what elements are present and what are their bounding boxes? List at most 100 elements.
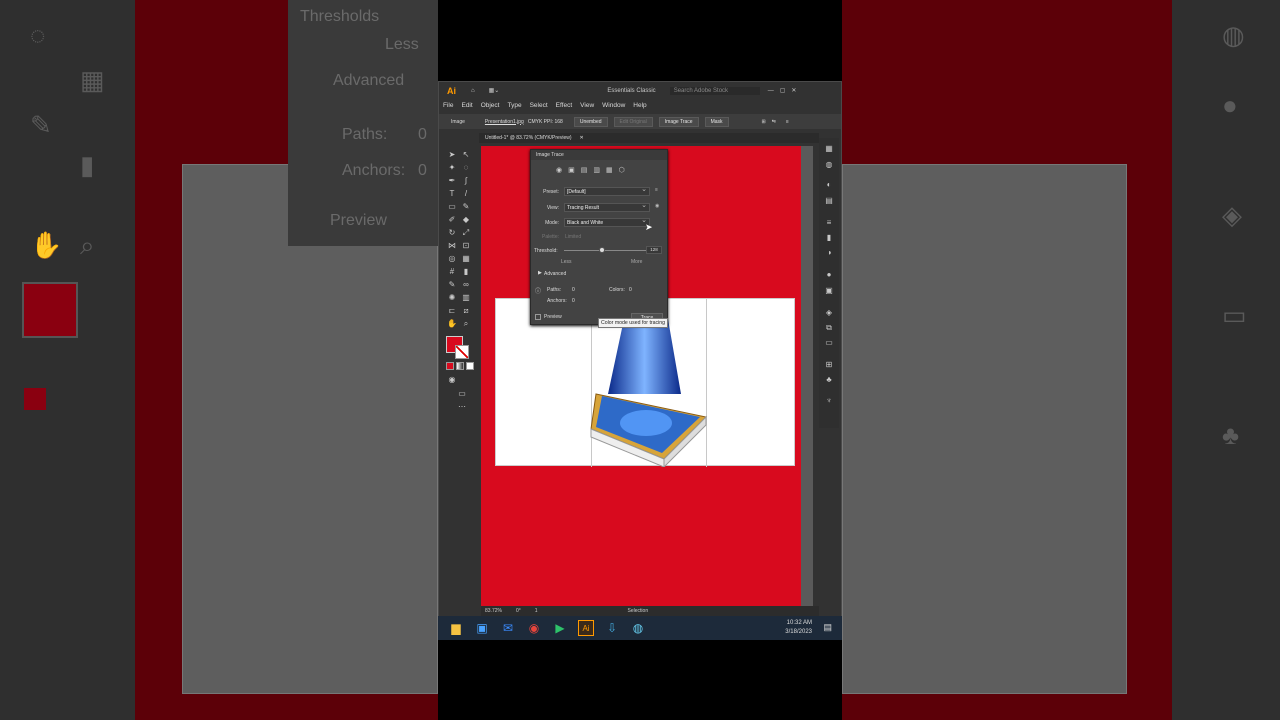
- asset-export-icon[interactable]: ▭: [824, 338, 834, 347]
- preview-checkbox[interactable]: [535, 314, 541, 320]
- align-icon[interactable]: ⊞: [762, 119, 766, 125]
- advanced-toggle[interactable]: ▶ Advanced: [531, 269, 669, 279]
- graph-tool-icon[interactable]: ▥: [461, 293, 471, 302]
- preset-select[interactable]: [Default]: [564, 186, 650, 196]
- color-mode-button[interactable]: [446, 362, 454, 370]
- file-explorer-icon[interactable]: ▆: [448, 620, 464, 636]
- threshold-input[interactable]: 128: [646, 246, 662, 254]
- stock-search-input[interactable]: Search Adobe Stock: [669, 86, 760, 95]
- type-tool-icon[interactable]: T: [447, 189, 457, 198]
- document-tab[interactable]: Untitled-1* @ 83.72% (CMYK/Preview) ✕: [479, 133, 819, 143]
- workspace-switcher[interactable]: Essentials Classic: [607, 88, 655, 94]
- threshold-slider-track[interactable]: [564, 250, 650, 251]
- selection-tool-icon[interactable]: ➤: [447, 150, 457, 159]
- transparency-icon[interactable]: ◑: [824, 248, 834, 257]
- pen-tool-icon[interactable]: ✒: [447, 176, 457, 185]
- color-guide-icon[interactable]: ◐: [824, 180, 834, 189]
- paintbrush-tool-icon[interactable]: ✎: [461, 202, 471, 211]
- app-icon[interactable]: ▶: [552, 620, 568, 636]
- screen-mode-icon[interactable]: ▭: [457, 389, 467, 398]
- chrome-icon[interactable]: ◉: [526, 620, 542, 636]
- magic-wand-icon[interactable]: ✦: [447, 163, 457, 172]
- menu-object[interactable]: Object: [481, 102, 500, 109]
- layers-icon[interactable]: ◈: [824, 308, 834, 317]
- more-tools-icon[interactable]: ⋯: [457, 402, 467, 411]
- gradient-mode-button[interactable]: [456, 362, 464, 370]
- symbol-sprayer-icon[interactable]: ✺: [447, 293, 457, 302]
- arrange-documents-icon[interactable]: ▦⌄: [489, 87, 500, 94]
- properties-icon[interactable]: ▦: [824, 144, 834, 153]
- palette-select[interactable]: Limited: [565, 234, 581, 240]
- puppet-warp-icon[interactable]: ♆: [824, 396, 834, 405]
- rectangle-tool-icon[interactable]: ▭: [447, 202, 457, 211]
- artboard-tool-icon[interactable]: ⊏: [447, 306, 457, 315]
- notifications-icon[interactable]: ▤: [823, 622, 832, 633]
- swatches-icon[interactable]: ▤: [824, 196, 834, 205]
- artboard-navigator[interactable]: 1: [535, 608, 538, 614]
- mask-button[interactable]: Mask: [704, 116, 729, 127]
- zoom-tool-icon[interactable]: ⌕: [461, 319, 471, 328]
- linked-file-link[interactable]: Presentation1.jpg: [485, 119, 524, 125]
- menu-help[interactable]: Help: [633, 102, 646, 109]
- width-tool-icon[interactable]: ⋈: [447, 241, 457, 250]
- menu-effect[interactable]: Effect: [556, 102, 573, 109]
- image-trace-button[interactable]: Image Trace: [658, 116, 699, 127]
- hand-tool-icon[interactable]: ✋: [447, 319, 457, 328]
- none-mode-button[interactable]: [466, 362, 474, 370]
- symbols-icon[interactable]: ♣: [824, 375, 834, 384]
- slice-tool-icon[interactable]: ⧄: [461, 306, 471, 315]
- eye-icon[interactable]: ◉: [655, 203, 659, 209]
- preset-menu-icon[interactable]: ≡: [655, 187, 658, 193]
- curvature-tool-icon[interactable]: ∫: [461, 176, 471, 185]
- color-icon[interactable]: ◍: [824, 160, 834, 169]
- gradient-icon[interactable]: ▮: [824, 233, 834, 242]
- home-icon[interactable]: ⌂: [471, 88, 475, 94]
- edit-original-button[interactable]: Edit Original: [613, 116, 653, 127]
- maximize-icon[interactable]: ▢: [780, 87, 786, 94]
- menu-type[interactable]: Type: [507, 102, 521, 109]
- artboards-icon[interactable]: ⧉: [824, 323, 834, 332]
- graphic-styles-icon[interactable]: ▣: [824, 286, 834, 295]
- menu-view[interactable]: View: [580, 102, 594, 109]
- stroke-color-swatch[interactable]: [455, 345, 469, 359]
- direct-selection-tool-icon[interactable]: ↖: [461, 150, 471, 159]
- panel-menu-icon[interactable]: ≡: [786, 119, 789, 125]
- appearance-icon[interactable]: ●: [824, 270, 834, 279]
- menu-file[interactable]: File: [443, 102, 453, 109]
- scale-tool-icon[interactable]: ⤢: [461, 228, 471, 237]
- transform-icon[interactable]: ⇋: [772, 119, 776, 125]
- trace-preset-icons[interactable]: ◉▣▤▥▦⬡: [556, 166, 631, 174]
- free-transform-icon[interactable]: ⊡: [461, 241, 471, 250]
- rotation-value[interactable]: 0°: [516, 608, 521, 614]
- blend-tool-icon[interactable]: ∞: [461, 280, 471, 289]
- view-select[interactable]: Tracing Result: [564, 202, 650, 212]
- line-tool-icon[interactable]: /: [461, 189, 471, 198]
- eyedropper-tool-icon[interactable]: ✎: [447, 280, 457, 289]
- illustrator-taskbar-icon[interactable]: Ai: [578, 620, 594, 636]
- system-tray[interactable]: 10:32 AM 3/18/2023: [785, 619, 812, 637]
- libraries-icon[interactable]: ⊞: [824, 360, 834, 369]
- mail-icon[interactable]: ✉: [500, 620, 516, 636]
- menu-edit[interactable]: Edit: [461, 102, 472, 109]
- draw-normal-icon[interactable]: ◉: [447, 375, 457, 384]
- stroke-icon[interactable]: ≡: [824, 218, 834, 227]
- unembed-button[interactable]: Unembed: [573, 116, 608, 127]
- perspective-grid-icon[interactable]: ▦: [461, 254, 471, 263]
- threshold-slider-handle[interactable]: [599, 247, 605, 253]
- gradient-tool-icon[interactable]: ▮: [461, 267, 471, 276]
- zoom-level[interactable]: 83.72%: [485, 608, 502, 614]
- shape-builder-icon[interactable]: ◎: [447, 254, 457, 263]
- recorder-icon[interactable]: ◍: [630, 620, 646, 636]
- eraser-tool-icon[interactable]: ◆: [461, 215, 471, 224]
- menu-window[interactable]: Window: [602, 102, 625, 109]
- downloads-icon[interactable]: ⇩: [604, 620, 620, 636]
- close-icon[interactable]: ✕: [791, 87, 796, 94]
- menu-select[interactable]: Select: [530, 102, 548, 109]
- mode-select[interactable]: Black and White: [564, 217, 650, 227]
- tab-close-icon[interactable]: ✕: [580, 135, 584, 141]
- shaper-tool-icon[interactable]: ✐: [447, 215, 457, 224]
- lasso-tool-icon[interactable]: ◌: [461, 163, 471, 172]
- rotate-tool-icon[interactable]: ↻: [447, 228, 457, 237]
- minimize-icon[interactable]: —: [768, 88, 774, 94]
- mesh-tool-icon[interactable]: #: [447, 267, 457, 276]
